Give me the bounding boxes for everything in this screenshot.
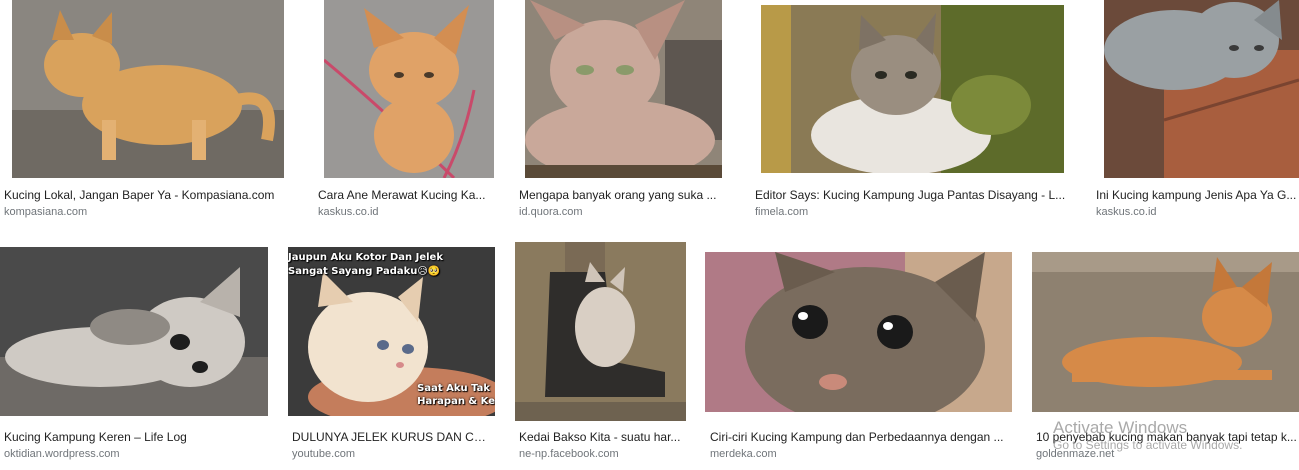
result-source[interactable]: id.quora.com xyxy=(519,205,729,219)
result-title[interactable]: Kedai Bakso Kita - suatu har... xyxy=(519,429,689,445)
overlay-line: Harapan & Ke xyxy=(417,396,495,407)
kitten-image xyxy=(0,247,268,416)
result-card[interactable]: Mengapa banyak orang yang suka ... id.qu… xyxy=(515,0,735,225)
result-title[interactable]: DULUNYA JELEK KURUS DAN CAC... xyxy=(292,429,492,445)
result-source[interactable]: ne-np.facebook.com xyxy=(519,447,689,461)
thumbnail-overlay-footer: Saat Aku Tak Harapan & Ke xyxy=(417,382,495,408)
result-title[interactable]: 10 penyebab kucing makan banyak tapi tet… xyxy=(1036,429,1299,445)
result-card[interactable]: Kucing Kampung Keren – Life Log oktidian… xyxy=(0,242,280,470)
result-card[interactable]: 10 penyebab kucing makan banyak tapi tet… xyxy=(1032,242,1299,470)
result-thumbnail[interactable] xyxy=(1104,0,1299,178)
result-thumbnail[interactable] xyxy=(12,0,284,178)
kitten-image xyxy=(761,5,1064,173)
result-thumbnail[interactable] xyxy=(705,252,1012,412)
overlay-line: Jaupun Aku Kotor Dan Jelek xyxy=(288,252,443,263)
result-source[interactable]: kompasiana.com xyxy=(4,205,294,219)
result-thumbnail[interactable] xyxy=(525,0,722,178)
result-thumbnail[interactable]: Jaupun Aku Kotor Dan Jelek Sangat Sayang… xyxy=(288,247,495,416)
result-thumbnail[interactable] xyxy=(324,0,494,178)
kitten-image xyxy=(324,0,494,178)
result-source[interactable]: goldenmaze.net xyxy=(1036,447,1299,461)
result-thumbnail[interactable] xyxy=(1032,252,1299,412)
result-card[interactable]: Kedai Bakso Kita - suatu har... ne-np.fa… xyxy=(515,242,693,470)
result-card[interactable]: Ini Kucing kampung Jenis Apa Ya G... kas… xyxy=(1096,0,1299,225)
kitten-image xyxy=(1104,0,1299,178)
result-source[interactable]: oktidian.wordpress.com xyxy=(4,447,274,461)
result-title[interactable]: Cara Ane Merawat Kucing Ka... xyxy=(318,187,500,203)
result-source[interactable]: fimela.com xyxy=(755,205,1073,219)
thumbnail-overlay-caption: Jaupun Aku Kotor Dan Jelek Sangat Sayang… xyxy=(288,251,495,279)
result-thumbnail[interactable] xyxy=(761,5,1064,173)
result-title[interactable]: Mengapa banyak orang yang suka ... xyxy=(519,187,729,203)
result-card[interactable]: Ciri-ciri Kucing Kampung dan Perbedaanny… xyxy=(705,242,1023,470)
result-thumbnail[interactable] xyxy=(515,242,686,421)
image-results-grid: Kucing Lokal, Jangan Baper Ya - Kompasia… xyxy=(0,0,1299,470)
result-thumbnail[interactable] xyxy=(0,247,268,416)
overlay-line: Sangat Sayang Padaku😥🥺 xyxy=(288,266,441,277)
result-title[interactable]: Ciri-ciri Kucing Kampung dan Perbedaanny… xyxy=(710,429,1015,445)
result-card[interactable]: Kucing Lokal, Jangan Baper Ya - Kompasia… xyxy=(0,0,300,225)
result-source[interactable]: merdeka.com xyxy=(710,447,1015,461)
kitten-on-shoe-image xyxy=(515,242,686,421)
kitten-image xyxy=(1032,252,1299,412)
sphynx-cat-image xyxy=(525,0,722,178)
result-title[interactable]: Editor Says: Kucing Kampung Juga Pantas … xyxy=(755,187,1073,203)
result-source[interactable]: kaskus.co.id xyxy=(1096,205,1299,219)
result-title[interactable]: Kucing Lokal, Jangan Baper Ya - Kompasia… xyxy=(4,187,294,203)
result-card[interactable]: Jaupun Aku Kotor Dan Jelek Sangat Sayang… xyxy=(288,242,498,470)
result-source[interactable]: youtube.com xyxy=(292,447,492,461)
overlay-line: Saat Aku Tak xyxy=(417,383,491,394)
result-title[interactable]: Kucing Kampung Keren – Life Log xyxy=(4,429,274,445)
result-card[interactable]: Editor Says: Kucing Kampung Juga Pantas … xyxy=(751,0,1086,225)
result-title[interactable]: Ini Kucing kampung Jenis Apa Ya G... xyxy=(1096,187,1299,203)
kitten-closeup-image xyxy=(705,252,1012,412)
kitten-image xyxy=(12,0,284,178)
result-card[interactable]: Cara Ane Merawat Kucing Ka... kaskus.co.… xyxy=(314,0,504,225)
result-source[interactable]: kaskus.co.id xyxy=(318,205,500,219)
